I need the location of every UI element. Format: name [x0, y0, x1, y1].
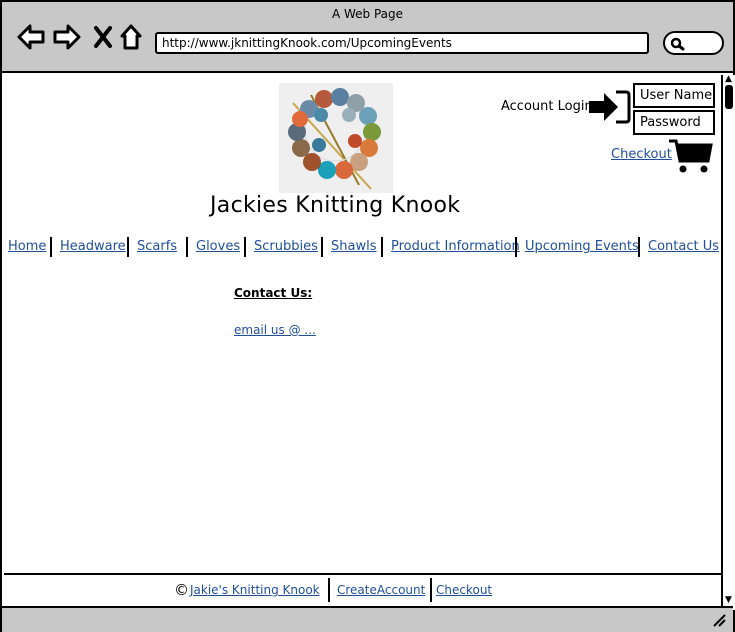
main-navigation: Home Headware Scarfs Gloves Scrubbies Sh…: [4, 237, 721, 259]
status-bar: [2, 606, 733, 632]
page-footer: © Jakie's Knitting Knook CreateAccount C…: [4, 575, 721, 604]
copyright-symbol: ©: [174, 581, 189, 599]
nav-divider: [515, 237, 517, 257]
scroll-up-icon[interactable]: ▲: [725, 75, 732, 84]
nav-divider: [638, 237, 640, 257]
nav-shawls[interactable]: Shawls: [331, 239, 376, 254]
nav-scarfs[interactable]: Scarfs: [137, 239, 177, 254]
nav-divider: [50, 237, 52, 257]
password-field[interactable]: Password: [633, 110, 715, 135]
nav-upcoming-events[interactable]: Upcoming Events: [525, 239, 639, 254]
footer-checkout-link[interactable]: Checkout: [436, 583, 492, 597]
site-title: Jackies Knitting Knook: [210, 193, 461, 218]
page-content: Jackies Knitting Knook Account Login Use…: [4, 75, 721, 603]
footer-create-account-link[interactable]: CreateAccount: [337, 583, 425, 597]
search-icon: [670, 37, 685, 51]
nav-divider: [127, 237, 129, 257]
contact-heading: Contact Us:: [234, 286, 313, 300]
footer-divider-line: [430, 578, 432, 602]
scroll-thumb[interactable]: [725, 85, 733, 109]
nav-divider: [381, 237, 383, 257]
back-arrow-icon[interactable]: [16, 22, 46, 52]
nav-scrubbies[interactable]: Scrubbies: [254, 239, 318, 254]
nav-divider: [321, 237, 323, 257]
vertical-scrollbar[interactable]: ▲ ▼: [721, 75, 735, 610]
resize-grip-icon[interactable]: [711, 612, 727, 628]
login-arrow-icon[interactable]: [588, 89, 632, 125]
forward-arrow-icon[interactable]: [52, 22, 82, 52]
window-title: A Web Page: [331, 7, 404, 21]
account-login-label: Account Login: [501, 99, 593, 114]
nav-contact-us[interactable]: Contact Us: [648, 239, 719, 254]
yarn-wreath-logo: [279, 83, 393, 193]
username-field[interactable]: User Name: [633, 83, 715, 108]
email-link[interactable]: email us @ ...: [234, 323, 316, 337]
header-checkout-link[interactable]: Checkout: [611, 147, 672, 162]
home-icon[interactable]: [118, 22, 148, 52]
nav-home[interactable]: Home: [8, 239, 46, 254]
scroll-down-icon[interactable]: ▼: [725, 596, 732, 605]
nav-product-information[interactable]: Product Information: [391, 239, 520, 254]
nav-gloves[interactable]: Gloves: [196, 239, 240, 254]
footer-home-link[interactable]: Jakie's Knitting Knook: [190, 583, 320, 597]
browser-window: A Web Page http://www.jknittingKnook.com…: [0, 0, 735, 632]
shopping-cart-icon[interactable]: [668, 137, 714, 175]
nav-divider: [244, 237, 246, 257]
nav-headware[interactable]: Headware: [60, 239, 126, 254]
browser-search-box[interactable]: [663, 31, 724, 55]
nav-divider: [186, 237, 188, 257]
browser-toolbar: A Web Page http://www.jknittingKnook.com…: [2, 2, 733, 73]
close-icon[interactable]: [90, 22, 120, 52]
url-bar[interactable]: http://www.jknittingKnook.com/UpcomingEv…: [155, 32, 649, 54]
footer-divider-line: [328, 578, 330, 602]
